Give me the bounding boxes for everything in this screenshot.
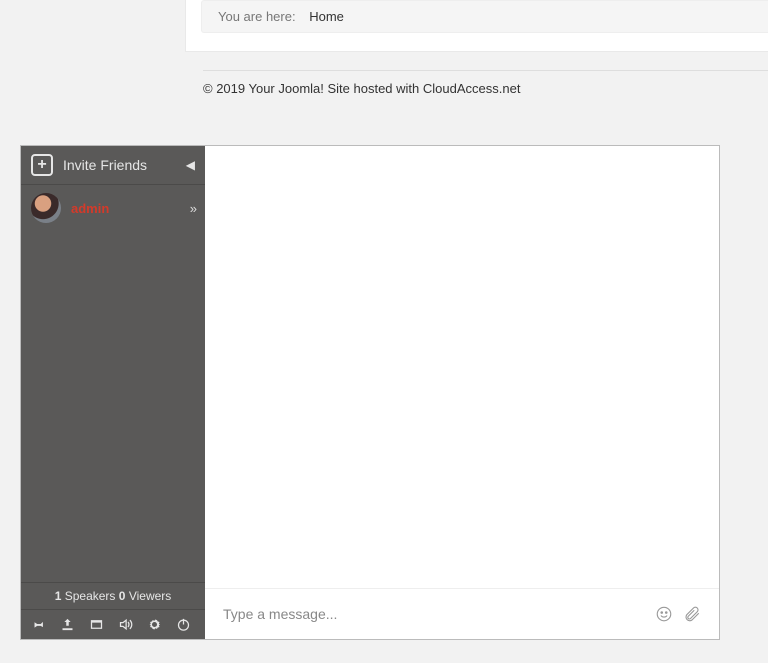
volume-icon[interactable]	[118, 617, 133, 632]
pin-icon[interactable]	[31, 617, 46, 632]
chat-messages-area[interactable]	[205, 146, 719, 588]
username: admin	[71, 201, 180, 216]
avatar	[31, 193, 61, 223]
invite-label: Invite Friends	[63, 157, 176, 173]
chat-input-row	[205, 588, 719, 639]
emoji-icon[interactable]	[655, 605, 673, 623]
power-icon[interactable]	[176, 617, 191, 632]
invite-friends-button[interactable]: + Invite Friends ◀	[21, 146, 205, 185]
viewers-label: Viewers	[129, 589, 171, 603]
speakers-count: 1	[55, 589, 62, 603]
chevron-right-icon[interactable]: »	[190, 201, 195, 216]
window-icon[interactable]	[89, 617, 104, 632]
viewers-count: 0	[119, 589, 126, 603]
gear-icon[interactable]	[147, 617, 162, 632]
speakers-viewers-status: 1 Speakers 0 Viewers	[21, 582, 205, 609]
collapse-left-icon[interactable]: ◀	[186, 158, 195, 172]
chat-sidebar: + Invite Friends ◀ admin » 1 Speakers 0 …	[21, 146, 205, 639]
divider	[203, 70, 768, 71]
breadcrumb-home[interactable]: Home	[309, 9, 344, 24]
breadcrumb-card: You are here: Home	[185, 0, 768, 52]
message-input[interactable]	[223, 606, 645, 622]
footer-copyright: © 2019 Your Joomla! Site hosted with Clo…	[203, 81, 768, 96]
user-list	[21, 231, 205, 582]
user-list-item[interactable]: admin »	[21, 185, 205, 231]
plus-icon: +	[31, 154, 53, 176]
breadcrumb-prefix: You are here:	[218, 9, 296, 24]
toolbar	[21, 609, 205, 639]
breadcrumb: You are here: Home	[201, 0, 768, 33]
upload-icon[interactable]	[60, 617, 75, 632]
speakers-label: Speakers	[65, 589, 116, 603]
chat-widget: + Invite Friends ◀ admin » 1 Speakers 0 …	[20, 145, 720, 640]
chat-main	[205, 146, 719, 639]
attachment-icon[interactable]	[683, 605, 701, 623]
